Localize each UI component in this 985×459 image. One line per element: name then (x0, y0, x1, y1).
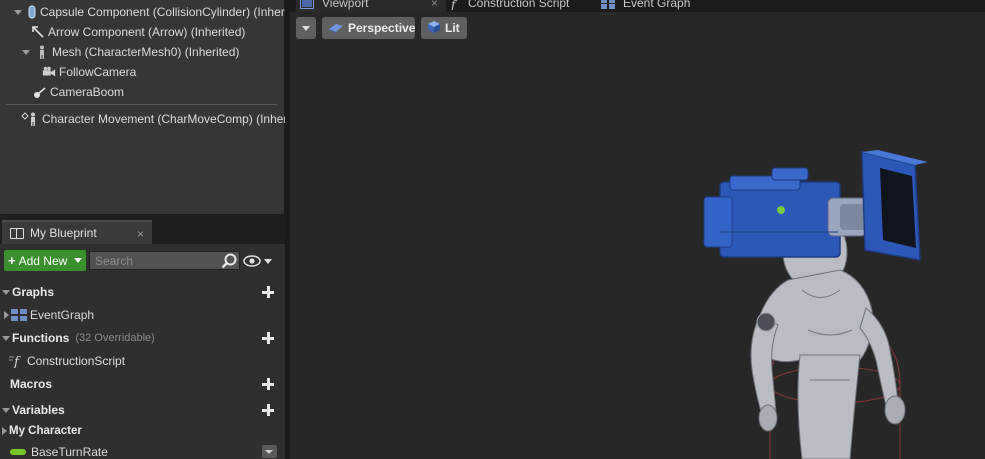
add-variable-button[interactable] (261, 403, 275, 417)
svg-text:f: f (450, 0, 458, 10)
tab-label: Construction Script (468, 0, 570, 10)
expand-arrow-icon[interactable] (22, 49, 30, 55)
lit-label: Lit (445, 21, 460, 35)
components-panel: Capsule Component (CollisionCylinder) (I… (0, 0, 285, 214)
component-label: Mesh (CharacterMesh0) (Inherited) (52, 45, 240, 59)
section-macros[interactable]: Macros (0, 373, 285, 395)
tab-label: Viewport (322, 0, 369, 10)
close-icon[interactable]: × (431, 0, 438, 10)
list-item-constructionscript[interactable]: f ConstructionScript (0, 350, 285, 372)
add-macro-button[interactable] (261, 377, 275, 391)
plus-icon: + (8, 253, 16, 268)
add-function-button[interactable] (261, 331, 275, 345)
component-row-charactermovement[interactable]: Character Movement (CharMoveComp) (Inher… (21, 109, 285, 129)
list-item-eventgraph[interactable]: EventGraph (0, 304, 285, 326)
section-variables[interactable]: Variables (0, 399, 285, 421)
expand-arrow-icon[interactable] (2, 289, 10, 295)
editor-tabbar: Viewport × f Construction Script Event G… (290, 0, 985, 12)
component-label: Character Movement (CharMoveComp) (Inher… (42, 112, 285, 126)
viewport-icon (300, 0, 314, 9)
expand-arrow-icon[interactable] (2, 335, 10, 341)
list-item-label: ConstructionScript (27, 354, 126, 368)
my-blueprint-toolbar: + Add New (0, 244, 285, 276)
close-icon[interactable]: × (137, 227, 144, 241)
tab-label: Event Graph (623, 0, 691, 10)
function-icon: f (8, 354, 24, 368)
capsule-icon (27, 5, 37, 19)
perspective-cube-icon (328, 21, 344, 36)
svg-text:f: f (13, 355, 21, 368)
list-item-label: EventGraph (30, 308, 95, 322)
section-graphs[interactable]: Graphs (0, 281, 285, 303)
movement-icon (21, 112, 39, 126)
view-options-eye-icon[interactable] (243, 254, 273, 268)
lit-view-mode-button[interactable]: Lit (421, 17, 467, 39)
component-label: FollowCamera (59, 65, 137, 79)
category-label: My Character (9, 425, 82, 437)
perspective-label: Perspective (348, 21, 416, 35)
component-row-arrow[interactable]: Arrow Component (Arrow) (Inherited) (31, 22, 285, 42)
viewport-options-button[interactable] (296, 17, 316, 39)
section-functions[interactable]: Functions (32 Overridable) (0, 327, 285, 349)
tab-viewport[interactable]: Viewport × (296, 0, 446, 12)
tab-my-blueprint[interactable]: My Blueprint × (2, 220, 152, 244)
spring-arm-icon (33, 85, 47, 99)
event-graph-icon (11, 308, 27, 322)
event-graph-icon (601, 0, 615, 9)
expand-arrow-icon[interactable] (4, 311, 9, 319)
camera-icon (42, 65, 56, 79)
mesh-figure-icon (35, 45, 49, 59)
tab-event-graph[interactable]: Event Graph (601, 0, 690, 12)
list-item-baseturnrate[interactable]: BaseTurnRate (0, 441, 285, 459)
add-new-label: Add New (18, 253, 68, 268)
follow-camera-model (703, 150, 928, 261)
component-row-capsule[interactable]: Capsule Component (CollisionCylinder) (I… (14, 2, 285, 22)
function-icon: f (450, 0, 460, 12)
book-icon (10, 227, 24, 239)
viewport-panel[interactable]: Viewport × f Construction Script Event G… (290, 0, 985, 459)
tab-construction-script[interactable]: f Construction Script (450, 0, 569, 12)
chevron-down-icon (74, 258, 82, 263)
character-mannequin-preview[interactable] (690, 140, 985, 459)
list-item-label: BaseTurnRate (31, 445, 108, 459)
variable-type-dropdown[interactable] (262, 445, 277, 458)
section-label: Variables (12, 403, 65, 417)
section-label: Macros (10, 377, 53, 391)
my-blueprint-tabbar: My Blueprint × (0, 220, 285, 244)
search-input[interactable] (89, 251, 240, 270)
search-icon[interactable] (221, 253, 237, 269)
component-label: CameraBoom (50, 85, 125, 99)
arrow-icon (31, 25, 45, 39)
left-panel: Capsule Component (CollisionCylinder) (I… (0, 0, 285, 459)
component-label: Arrow Component (Arrow) (Inherited) (48, 25, 246, 39)
perspective-button[interactable]: Perspective (322, 17, 415, 39)
add-new-button[interactable]: + Add New (4, 250, 86, 271)
expand-arrow-icon[interactable] (14, 9, 22, 15)
expand-arrow-icon[interactable] (2, 407, 10, 413)
section-label: Graphs (12, 285, 55, 299)
component-label: Capsule Component (CollisionCylinder) (I… (40, 5, 285, 19)
tab-label: My Blueprint (30, 226, 97, 240)
section-label: Functions (12, 331, 70, 345)
add-graph-button[interactable] (261, 285, 275, 299)
float-variable-pill-icon (10, 449, 26, 455)
component-row-followcamera[interactable]: FollowCamera (42, 62, 285, 82)
section-sublabel: (32 Overridable) (75, 332, 155, 344)
expand-arrow-icon[interactable] (2, 427, 7, 435)
components-divider (6, 104, 277, 105)
component-row-mesh[interactable]: Mesh (CharacterMesh0) (Inherited) (22, 42, 285, 62)
category-my-character[interactable]: My Character (0, 420, 285, 442)
component-row-cameraboom[interactable]: CameraBoom (33, 82, 285, 102)
lit-sphere-icon (427, 20, 441, 36)
